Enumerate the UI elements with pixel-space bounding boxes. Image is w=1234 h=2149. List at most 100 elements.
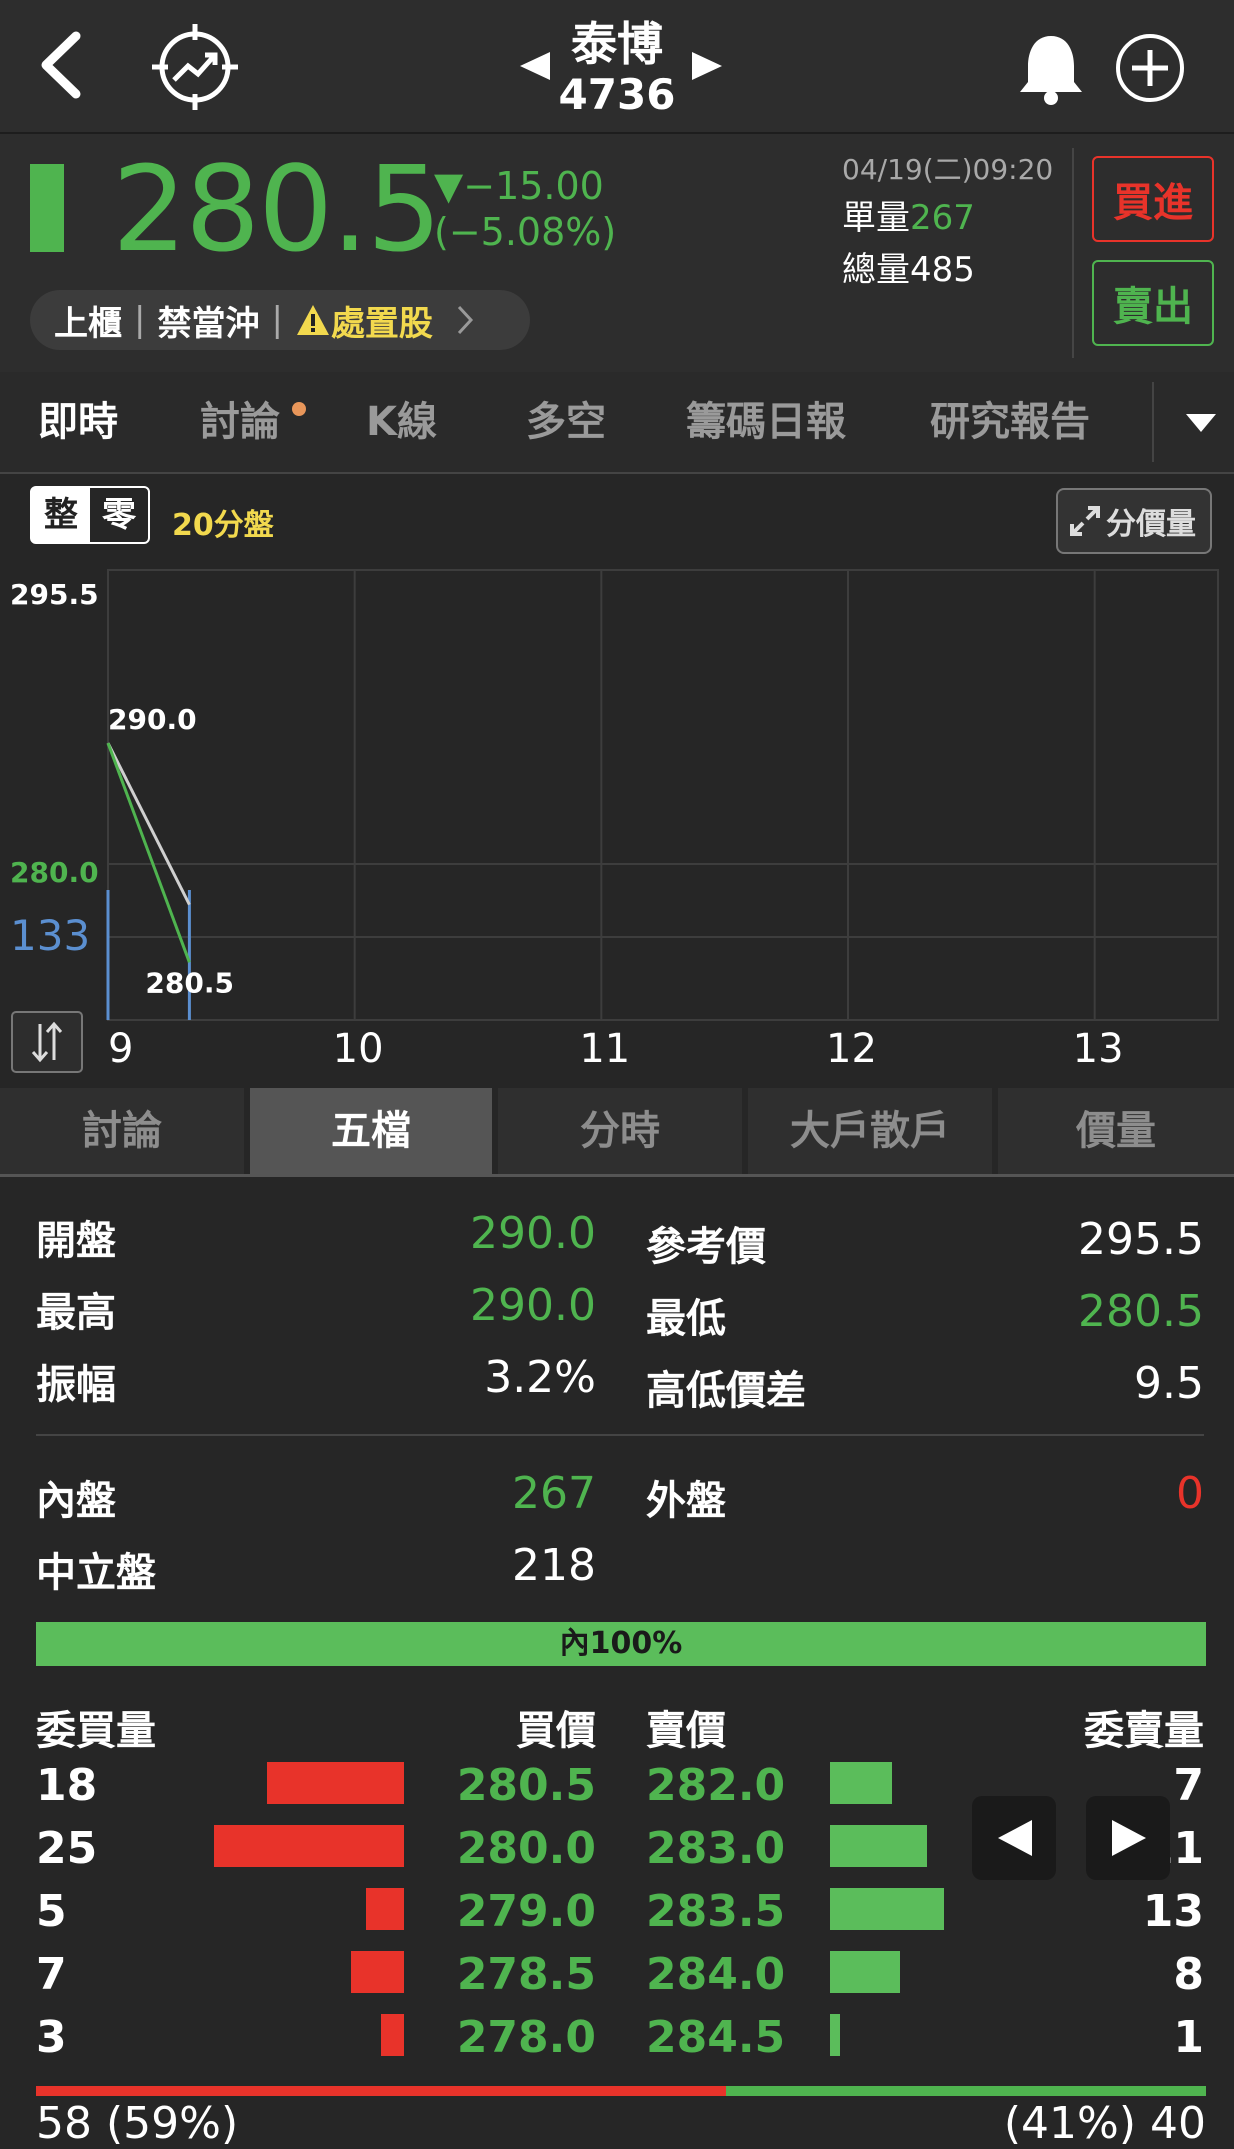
divider [36,1434,1204,1436]
single-volume: 單量267 [842,190,975,239]
spread-label: 高低價差 [646,1368,806,1414]
bid-price[interactable]: 278.0 [400,2012,596,2063]
ask-volume-bar [830,1951,900,1993]
ask-price[interactable]: 284.5 [646,2012,785,2063]
single-volume-value: 267 [910,198,975,238]
add-circle-icon[interactable] [1112,30,1188,106]
bell-icon[interactable] [1016,30,1086,106]
tab-research[interactable]: 研究報告 [930,372,1090,472]
ask-total: (41%) 40 [1003,2098,1206,2149]
divider [0,1174,1234,1177]
price-change: ▼−15.00 [434,164,604,208]
amplitude-label: 振幅 [36,1362,116,1408]
ref-price-label: 參考價 [646,1224,766,1270]
top-nav-bar: 泰博 4736 [0,0,1234,132]
ref-price-label: 295.5 [10,578,99,611]
ask-volume-header: 委賣量 [1084,1708,1204,1754]
bid-price[interactable]: 280.0 [400,1823,596,1874]
subtab-big-small-holders[interactable]: 大戶散戶 [748,1088,992,1174]
high-annotation: 290.0 [108,703,197,736]
x-tick-label: 9 [108,1026,133,1072]
bid-price[interactable]: 278.5 [400,1949,596,2000]
x-tick-label: 11 [579,1026,630,1072]
tag-no-daytrade: 禁當沖 [157,303,260,344]
whole-lot-option[interactable]: 整 [32,488,90,542]
bid-volume-bar [267,1762,404,1804]
inner-label: 內盤 [36,1478,116,1524]
swap-axis-button[interactable] [11,1011,83,1073]
chevron-right-icon [457,305,473,335]
tab-kline[interactable]: K線 [366,372,437,472]
total-volume-label: 總量 [842,250,910,290]
high-label: 最高 [36,1290,116,1336]
ask-volume: 1 [1173,2012,1204,2063]
scroll-left-button[interactable] [972,1796,1056,1880]
scroll-right-button[interactable] [1086,1796,1170,1880]
bid-volume-bar [366,1888,404,1930]
high-value: 290.0 [470,1280,596,1331]
buy-button[interactable]: 買進 [1092,156,1214,242]
dropdown-arrow-icon[interactable] [1184,412,1218,434]
ref-price-value: 295.5 [1078,1214,1204,1265]
stock-tags-pill[interactable]: 上櫃 | 禁當沖 | 處置股 [30,290,530,350]
subtab-five-levels[interactable]: 五檔 [250,1088,492,1174]
ask-price-header: 賣價 [646,1708,726,1754]
intraday-chart[interactable]: 295.5 280.0 133 290.0 280.5 9 10 11 12 13 [0,560,1234,1090]
price-line [106,742,191,963]
bid-volume: 25 [36,1823,98,1874]
ask-price[interactable]: 283.0 [646,1823,785,1874]
inner-value: 267 [512,1468,596,1519]
divider [1152,382,1154,462]
x-tick-label: 13 [1073,1026,1124,1072]
tab-bull-bear[interactable]: 多空 [526,372,606,472]
ask-volume: 13 [1142,1886,1204,1937]
quote-datetime: 04/19(二)09:20 [842,153,1054,186]
price-change-pct: (−5.08%) [434,210,617,254]
volume-scale-label: 133 [10,911,90,960]
lot-toggle[interactable]: 整 零 [30,486,150,544]
amplitude-value: 3.2% [484,1352,596,1403]
ask-price[interactable]: 283.5 [646,1886,785,1937]
price-volume-label: 分價量 [1106,507,1196,542]
ask-price[interactable]: 282.0 [646,1760,785,1811]
subtab-price-volume[interactable]: 價量 [998,1088,1234,1174]
subtab-time-sales[interactable]: 分時 [498,1088,742,1174]
chart-period[interactable]: 20分盤 [172,500,274,544]
ask-volume: 8 [1173,1949,1204,2000]
open-label: 開盤 [36,1218,116,1264]
tab-chip-daily[interactable]: 籌碼日報 [686,372,846,472]
tag-separator: | [271,300,283,340]
spread-value: 9.5 [1134,1358,1204,1409]
price-volume-button[interactable]: 分價量 [1056,488,1212,554]
bid-ratio-fill [36,2086,727,2096]
main-tabs: 即時 討論 K線 多空 籌碼日報 研究報告 [0,372,1234,474]
unread-dot [292,402,306,416]
bid-price[interactable]: 280.5 [400,1760,596,1811]
bid-volume: 7 [36,1949,67,2000]
warning-icon [296,305,329,335]
expand-icon [1070,506,1100,536]
x-tick-label: 12 [826,1026,877,1072]
bid-volume-bar [214,1825,404,1867]
outer-value: 0 [1176,1468,1204,1519]
bid-volume: 3 [36,2012,67,2063]
subtab-discussion[interactable]: 討論 [0,1088,244,1174]
neutral-value: 218 [512,1540,596,1591]
tag-separator: | [134,300,146,340]
open-value: 290.0 [470,1208,596,1259]
tab-realtime[interactable]: 即時 [38,372,118,472]
bid-ask-ratio-track [36,2086,1206,2096]
bid-price[interactable]: 279.0 [400,1886,596,1937]
tab-discussion[interactable]: 討論 [200,372,280,472]
outer-label: 外盤 [646,1478,726,1524]
last-annotation: 280.5 [145,966,234,999]
inner-ratio-bar: 內100% [36,1622,1206,1666]
ask-price[interactable]: 284.0 [646,1949,785,2000]
bid-volume: 18 [36,1760,98,1811]
triangle-left-icon [998,1820,1032,1856]
odd-lot-option[interactable]: 零 [90,488,148,542]
bid-volume-bar [351,1951,404,1993]
single-volume-label: 單量 [842,198,910,238]
sell-button[interactable]: 賣出 [1092,260,1214,346]
low-price-label: 280.0 [10,856,99,889]
